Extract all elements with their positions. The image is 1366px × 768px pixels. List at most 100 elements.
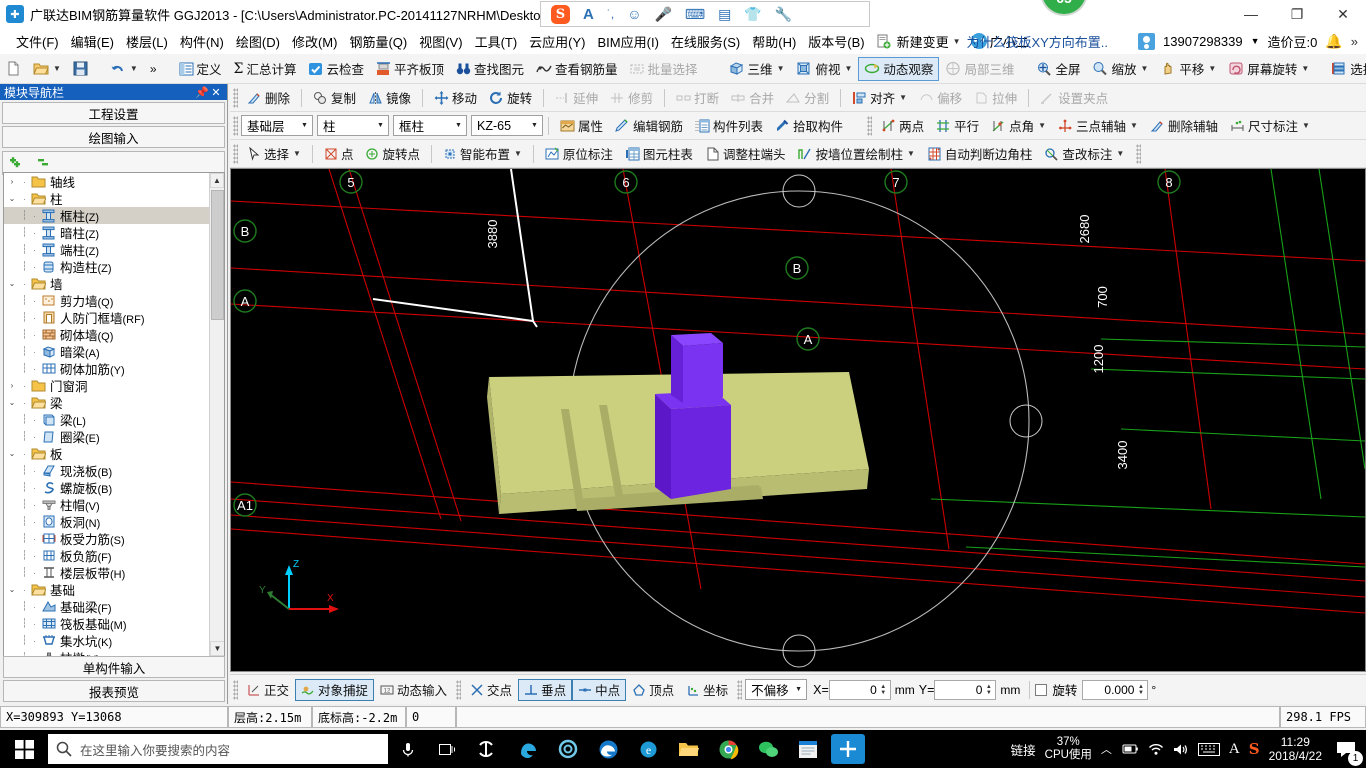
tree-item-集水坑[interactable]: ┆ · 集水坑(K) xyxy=(4,632,210,649)
point-angle-chevron-down-icon[interactable]: ▼ xyxy=(1038,121,1046,130)
tree-scrollbar[interactable]: ▲ ▼ xyxy=(209,173,224,656)
ime-emoji-icon[interactable]: ☺ xyxy=(627,7,641,21)
parallel-axis-button[interactable]: 平行 xyxy=(930,114,985,138)
ime-language-a-icon[interactable]: A xyxy=(583,7,594,22)
ime-punctuation-icon[interactable]: ˙, xyxy=(607,8,614,20)
rotate-checkbox[interactable] xyxy=(1035,683,1048,696)
clock[interactable]: 11:29 2018/4/22 xyxy=(1269,735,1322,763)
member-list-button[interactable]: 构件列表 xyxy=(689,114,769,138)
tree-item-板负筋[interactable]: ┆ · 板负筋(F) xyxy=(4,547,210,564)
type-combo-chevron-down-icon[interactable]: ▼ xyxy=(451,116,466,135)
tree-item-砌体墙[interactable]: ┆ · 砌体墙(Q) xyxy=(4,326,210,343)
draw-by-wall-button[interactable]: 按墙位置绘制柱 ▼ xyxy=(791,142,920,166)
check-label-chevron-down-icon[interactable]: ▼ xyxy=(1116,149,1124,158)
tree-item-现浇板[interactable]: ┆ · 现浇板(B) xyxy=(4,462,210,479)
tray-link-label[interactable]: 链接 xyxy=(1011,740,1036,759)
taskbar-chrome-icon[interactable] xyxy=(708,730,748,768)
tree-item-圈梁[interactable]: ┆ · 圈梁(E) xyxy=(4,428,210,445)
edit-rebar-button[interactable]: 编辑钢筋 xyxy=(609,114,689,138)
rotate-input[interactable]: 0.000 ▲ ▼ xyxy=(1082,679,1149,700)
rotate-button[interactable]: 旋转 xyxy=(483,86,538,110)
battery-icon[interactable] xyxy=(1121,743,1139,755)
tray-keyboard-icon[interactable] xyxy=(1197,742,1220,756)
tree-twisty-icon[interactable]: ⌄ xyxy=(4,398,20,407)
tree-item-暗柱[interactable]: ┆ · 暗柱(Z) xyxy=(4,224,210,241)
member-combo[interactable]: KZ-65 ▼ xyxy=(471,115,543,136)
merge-button[interactable]: 合并 xyxy=(725,86,780,110)
tree-item-人防门框墙[interactable]: ┆ · 人防门框墙(RF) xyxy=(4,309,210,326)
search-input[interactable]: 在这里输入你要搜索的内容 xyxy=(48,734,388,764)
start-button[interactable] xyxy=(0,730,48,768)
three-point-axis-chevron-down-icon[interactable]: ▼ xyxy=(1130,121,1138,130)
column-table-button[interactable]: 图元柱表 xyxy=(619,142,699,166)
floor-combo[interactable]: 基础层 ▼ xyxy=(241,115,313,136)
two-point-axis-button[interactable]: 两点 xyxy=(875,114,930,138)
cortana-mic-icon[interactable] xyxy=(388,730,428,768)
menu-draw[interactable]: 绘图(D) xyxy=(230,29,286,54)
new-file-button[interactable] xyxy=(0,57,27,81)
snapbar-grip2[interactable] xyxy=(456,679,462,700)
menu-help[interactable]: 帮助(H) xyxy=(746,29,802,54)
toolbar-grip[interactable] xyxy=(233,87,238,108)
toolbar-overflow-1[interactable]: » xyxy=(144,57,163,81)
snap-vertex-toggle[interactable]: 顶点 xyxy=(626,679,680,701)
tree-twisty-icon[interactable]: ⌄ xyxy=(4,585,20,594)
open-file-button[interactable]: ▼ xyxy=(27,57,67,81)
type-combo[interactable]: 框柱 ▼ xyxy=(393,115,467,136)
orbit-button[interactable]: 动态观察 xyxy=(858,56,940,81)
menu-overflow-icon[interactable]: » xyxy=(1351,34,1358,49)
copy-button[interactable]: 复制 xyxy=(307,86,362,110)
tree-twisty-icon[interactable]: › xyxy=(4,177,20,186)
properties-button[interactable]: 属性 xyxy=(554,114,609,138)
menu-online-service[interactable]: 在线服务(S) xyxy=(665,29,746,54)
ime-skin-icon[interactable]: 👕 xyxy=(744,7,761,21)
menu-modify[interactable]: 修改(M) xyxy=(286,29,344,54)
account-chevron-down-icon[interactable]: ▼ xyxy=(1251,36,1260,46)
menu-member[interactable]: 构件(N) xyxy=(174,29,230,54)
taskbar-notes-icon[interactable] xyxy=(788,730,828,768)
tree-item-端柱[interactable]: ┆ · 端柱(Z) xyxy=(4,241,210,258)
save-button[interactable] xyxy=(67,57,94,81)
pick-member-button[interactable]: 拾取构件 xyxy=(769,114,849,138)
break-button[interactable]: 打断 xyxy=(670,86,725,110)
offset-x-stepper[interactable]: ▲ ▼ xyxy=(878,682,889,699)
sidebar-close-icon[interactable]: ✕ xyxy=(209,86,223,99)
tree-item-柱帽[interactable]: ┆ · 柱帽(V) xyxy=(4,496,210,513)
taskbar-sogou-icon[interactable] xyxy=(468,730,508,768)
offset-mode-combo[interactable]: 不偏移 ▼ xyxy=(745,679,808,700)
taskbar-folder-icon[interactable] xyxy=(668,730,708,768)
pan-button[interactable]: 平移 ▼ xyxy=(1154,57,1222,81)
wifi-icon[interactable] xyxy=(1148,743,1164,756)
notification-center-button[interactable]: 1 xyxy=(1326,730,1366,768)
taskbar-edge-legacy-icon[interactable] xyxy=(508,730,548,768)
offset-button[interactable]: 偏移 xyxy=(913,86,968,110)
snap-midpoint-toggle[interactable]: 中点 xyxy=(572,678,627,701)
point-tool-button[interactable]: 点 xyxy=(318,142,360,166)
three-point-axis-button[interactable]: 三点辅轴 ▼ xyxy=(1052,114,1144,138)
account-phone[interactable]: 13907298339 xyxy=(1163,34,1243,49)
sidebar-button-single-member-input[interactable]: 单构件输入 xyxy=(3,656,225,678)
close-button[interactable]: ✕ xyxy=(1320,0,1366,28)
adjust-column-end-button[interactable]: 调整柱端头 xyxy=(699,142,792,166)
menu-file[interactable]: 文件(F) xyxy=(10,29,65,54)
tree-item-墙[interactable]: ⌄ · 墙 xyxy=(4,275,210,292)
sidebar-button-report-preview[interactable]: 报表预览 xyxy=(3,680,225,702)
local-3d-button[interactable]: 局部三维 xyxy=(939,57,1020,81)
top-view-button[interactable]: 俯视 ▼ xyxy=(790,57,858,81)
select-tool-chevron-down-icon[interactable]: ▼ xyxy=(293,149,301,158)
offset-mode-chevron-down-icon[interactable]: ▼ xyxy=(791,680,806,699)
move-button[interactable]: 移动 xyxy=(428,86,483,110)
tree-item-筏板基础[interactable]: ┆ · 筏板基础(M) xyxy=(4,615,210,632)
ime-toolbar[interactable]: S A ˙, ☺ 🎤 ⌨ ▤ 👕 🔧 xyxy=(540,1,870,27)
screen-rotate-chevron-down-icon[interactable]: ▼ xyxy=(1301,64,1309,73)
ime-wrench-icon[interactable]: 🔧 xyxy=(775,7,792,21)
align-slab-top-button[interactable]: 平齐板顶 xyxy=(370,57,450,81)
ime-microphone-icon[interactable]: 🎤 xyxy=(654,7,671,21)
menu-edit[interactable]: 编辑(E) xyxy=(65,29,120,54)
tree-twisty-icon[interactable]: › xyxy=(4,381,20,390)
tree-item-柱[interactable]: ⌄ · 柱 xyxy=(4,190,210,207)
menu-rebar-qty[interactable]: 钢筋量(Q) xyxy=(343,29,413,54)
toolbar-grip-end[interactable] xyxy=(1136,143,1142,164)
sidebar-button-drawing-input[interactable]: 绘图输入 xyxy=(2,126,225,148)
tree-item-板[interactable]: ⌄ · 板 xyxy=(4,445,210,462)
